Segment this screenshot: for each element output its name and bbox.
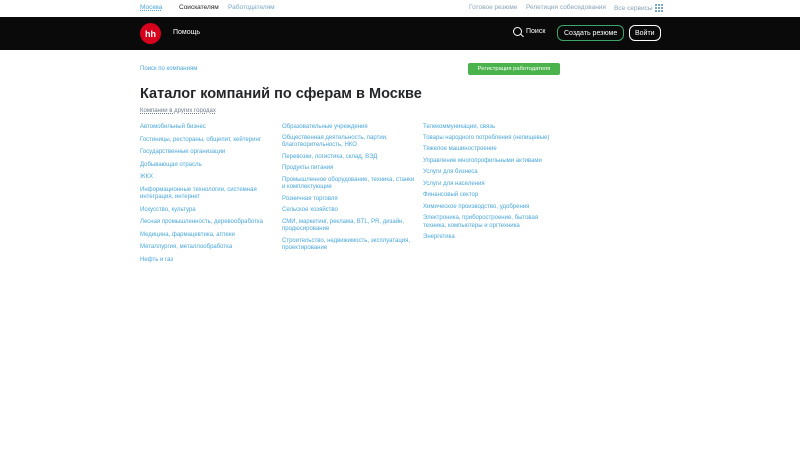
- industry-link[interactable]: Автомобильный бизнес: [140, 124, 275, 132]
- other-cities-link[interactable]: Компании в других городах: [140, 108, 216, 114]
- industry-link[interactable]: Розничная торговля: [282, 196, 417, 204]
- industry-link[interactable]: Энергетика: [423, 234, 558, 242]
- industry-link[interactable]: Химическое производство, удобрения: [423, 204, 558, 212]
- industry-link[interactable]: Нефть и газ: [140, 257, 275, 265]
- interview-rehearsal-link[interactable]: Репетиция собеседования: [526, 4, 606, 11]
- all-services-link[interactable]: Все сервисы: [614, 4, 663, 12]
- hh-logo[interactable]: hh: [140, 23, 161, 44]
- industry-link[interactable]: Услуги для бизнеса: [423, 169, 558, 177]
- page-title: Каталог компаний по сферам в Москве: [140, 86, 422, 102]
- industry-link[interactable]: Образовательные учреждения: [282, 124, 417, 132]
- industry-link[interactable]: ЖКХ: [140, 174, 275, 182]
- industry-link[interactable]: Медицина, фармацевтика, аптеки: [140, 232, 275, 240]
- industry-link[interactable]: Добывающая отрасль: [140, 162, 275, 170]
- industry-link[interactable]: Услуги для населения: [423, 181, 558, 189]
- industry-link[interactable]: Строительство, недвижимость, эксплуатаци…: [282, 238, 417, 253]
- industry-link[interactable]: Искусство, культура: [140, 207, 275, 215]
- create-resume-button[interactable]: Создать резюме: [557, 25, 625, 41]
- industry-link[interactable]: Информационные технологии, системная инт…: [140, 187, 275, 202]
- top-bar: Москва Соискателям Работодателям Готовое…: [0, 0, 800, 17]
- industry-link[interactable]: Товары народного потребления (непищевые): [423, 135, 558, 143]
- tab-employers[interactable]: Работодателям: [228, 4, 275, 11]
- all-services-label: Все сервисы: [614, 4, 653, 12]
- industry-column-2: Образовательные учреждения Общественная …: [282, 124, 417, 253]
- grid-icon: [654, 4, 663, 12]
- industry-link[interactable]: Электроника, приборостроение, бытовая те…: [423, 215, 558, 230]
- industry-link[interactable]: Металлургия, металлообработка: [140, 244, 275, 252]
- industry-link[interactable]: Управление многопрофильными активами: [423, 158, 558, 166]
- industry-column-1: Автомобильный бизнес Гостиницы, ресторан…: [140, 124, 275, 264]
- industry-link[interactable]: Лесная промышленность, деревообработка: [140, 219, 275, 227]
- industry-link[interactable]: Продукты питания: [282, 165, 417, 173]
- industry-link[interactable]: Финансовый сектор: [423, 192, 558, 200]
- main-navbar: hh Помощь Поиск Создать резюме Войти: [0, 17, 800, 50]
- industry-column-3: Телекоммуникации, связь Товары народного…: [423, 124, 558, 242]
- help-link[interactable]: Помощь: [173, 29, 200, 36]
- industry-link[interactable]: Телекоммуникации, связь: [423, 124, 558, 132]
- login-button[interactable]: Войти: [629, 25, 661, 41]
- tab-seekers[interactable]: Соискателям: [179, 4, 219, 11]
- register-employer-button[interactable]: Регистрация работодателя: [468, 63, 560, 75]
- industry-link[interactable]: Сельское хозяйство: [282, 207, 417, 215]
- breadcrumb-company-search[interactable]: Поиск по компаниям: [140, 66, 197, 72]
- search-button[interactable]: Поиск: [513, 27, 545, 36]
- industry-link[interactable]: Гостиницы, рестораны, общепит, кейтеринг: [140, 137, 275, 145]
- industry-link[interactable]: Тяжелое машиностроение: [423, 146, 558, 154]
- city-selector[interactable]: Москва: [140, 4, 162, 11]
- industry-link[interactable]: Общественная деятельность, партии, благо…: [282, 135, 417, 150]
- industry-link[interactable]: Перевозки, логистика, склад, ВЭД: [282, 154, 417, 162]
- search-icon: [513, 27, 522, 36]
- industry-link[interactable]: Промышленное оборудование, техника, стан…: [282, 177, 417, 192]
- industry-link[interactable]: СМИ, маркетинг, реклама, BTL, PR, дизайн…: [282, 219, 417, 234]
- search-label: Поиск: [526, 28, 546, 35]
- industry-link[interactable]: Государственные организации: [140, 149, 275, 157]
- ready-resume-link[interactable]: Готовое резюме: [469, 4, 517, 11]
